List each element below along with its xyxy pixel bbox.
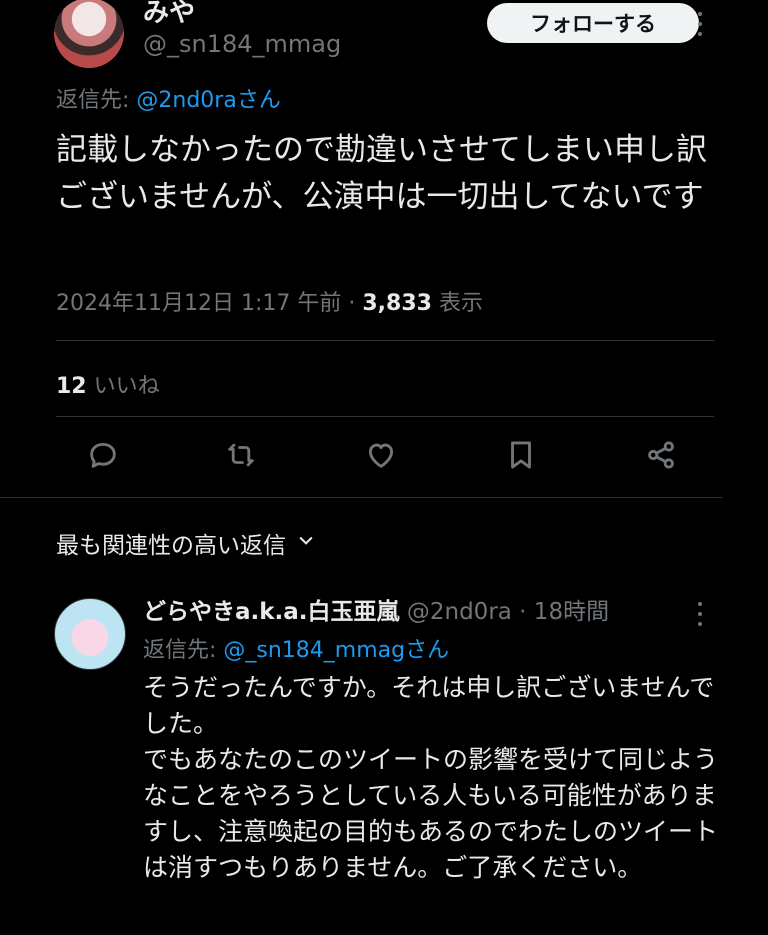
reply-time[interactable]: · 18時間 — [512, 599, 609, 625]
divider — [0, 497, 722, 498]
author-handle[interactable]: @_sn184_mmag — [143, 30, 341, 58]
likes-count: 12 — [56, 374, 87, 399]
tweet-text: 記載しなかったので勘違いさせてしまい申し訳ございませんが、公演中は一切出してない… — [56, 132, 707, 215]
reply-text: そうだったんですか。それは申し訳ございませんでした。 でもあなたのこのツイートの… — [143, 670, 718, 886]
tweet-meta: 2024年11月12日 1:17 午前 · 3,833 表示 — [56, 285, 483, 317]
likes-label: いいね — [86, 374, 160, 399]
reply-text-line: そうだったんですか。それは申し訳ございませんでした。 — [143, 673, 715, 738]
author-name[interactable]: みや — [143, 0, 195, 29]
divider — [56, 416, 714, 417]
views-label: 表示 — [431, 291, 483, 316]
reply-reply-to-mention[interactable]: @_sn184_mmagさん — [223, 638, 449, 663]
reply-author-line: どらやきa.k.a.白玉亜嵐 @2nd0ra · 18時間 — [143, 592, 609, 626]
replies-sort-dropdown[interactable]: 最も関連性の高い返信 — [56, 526, 316, 560]
like-icon[interactable] — [364, 438, 404, 478]
reply-to-prefix: 返信先: — [56, 88, 137, 113]
tweet-timestamp[interactable]: 2024年11月12日 1:17 午前 · — [56, 291, 362, 316]
follow-button[interactable]: フォローする — [487, 3, 699, 43]
reply-reply-to-line: 返信先: @_sn184_mmagさん — [143, 632, 449, 664]
reply-author-avatar[interactable] — [54, 598, 126, 670]
reply-author-handle[interactable]: @2nd0ra — [407, 599, 512, 625]
chevron-down-icon — [296, 530, 316, 556]
divider — [56, 340, 714, 341]
reply-to-line: 返信先: @2nd0raさん — [56, 82, 281, 114]
retweet-icon[interactable] — [224, 438, 264, 478]
views-count: 3,833 — [362, 291, 432, 316]
reply-author-name[interactable]: どらやきa.k.a.白玉亜嵐 — [143, 599, 400, 625]
reply-reply-to-prefix: 返信先: — [143, 638, 224, 663]
reply-more-options-icon[interactable] — [693, 600, 707, 628]
author-avatar[interactable] — [54, 0, 124, 68]
bookmark-icon[interactable] — [504, 438, 544, 478]
likes-stat[interactable]: 12 いいね — [56, 368, 160, 400]
reply-to-mention[interactable]: @2nd0raさん — [136, 88, 280, 113]
replies-sort-label: 最も関連性の高い返信 — [56, 533, 286, 559]
reply-text-line: でもあなたのこのツイートの影響を受けて同じようなことをやろうとしている人もいる可… — [143, 745, 719, 882]
reply-icon[interactable] — [86, 438, 126, 478]
share-icon[interactable] — [644, 438, 684, 478]
more-options-icon[interactable] — [693, 10, 707, 38]
action-bar — [56, 428, 714, 488]
